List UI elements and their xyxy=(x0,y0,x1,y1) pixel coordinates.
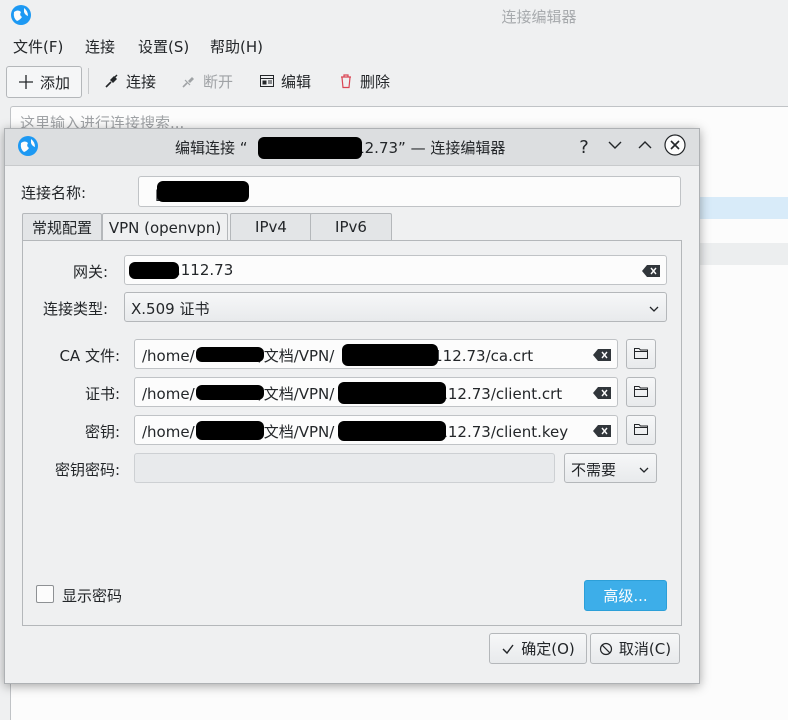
help-button[interactable]: ? xyxy=(572,135,596,159)
connection-type-select[interactable]: X.509 证书 xyxy=(124,292,667,322)
redaction-mark xyxy=(338,421,446,441)
key-browse-button[interactable] xyxy=(626,415,656,445)
redaction-mark xyxy=(196,421,264,440)
redaction-mark xyxy=(196,385,264,400)
vpn-tab-panel: 网关: .112.73 连接类型: X.509 证书 CA 文件: /home/… xyxy=(22,240,682,626)
chevron-up-icon xyxy=(637,137,653,157)
delete-button[interactable]: 删除 xyxy=(338,66,390,96)
plug-connect-icon xyxy=(104,73,120,89)
checkmark-icon xyxy=(501,642,515,656)
key-input[interactable]: /home//文档/VPN/112.73/client.key xyxy=(134,415,618,445)
certificate-browse-button[interactable] xyxy=(626,377,656,407)
key-password-label: 密钥密码: xyxy=(54,461,120,479)
menu-help[interactable]: 帮助(H) xyxy=(210,36,263,57)
folder-icon xyxy=(634,421,648,439)
clear-text-icon[interactable] xyxy=(642,263,660,281)
dialog-title-prefix: 编辑连接 “ xyxy=(175,139,248,157)
chevron-down-icon xyxy=(607,137,623,157)
redaction-mark xyxy=(129,262,179,279)
ca-file-label: CA 文件: xyxy=(59,347,120,365)
connection-name-label: 连接名称: xyxy=(21,184,87,202)
show-password-label[interactable]: 显示密码 xyxy=(62,585,122,606)
toolbar-separator xyxy=(88,68,89,94)
close-icon xyxy=(664,134,686,160)
cancel-circle-icon xyxy=(599,642,613,656)
delete-button-label: 删除 xyxy=(360,72,391,91)
ca-file-browse-button[interactable] xyxy=(626,339,656,369)
folder-icon xyxy=(634,383,648,401)
dialog-titlebar: 编辑连接 “ 112.73” — 连接编辑器 ? xyxy=(5,129,699,166)
connection-type-label: 连接类型: xyxy=(42,300,108,318)
main-window-title: 连接编辑器 xyxy=(501,8,577,26)
redaction-mark xyxy=(342,344,438,366)
key-label: 密钥: xyxy=(84,423,120,441)
menu-settings[interactable]: 设置(S) xyxy=(138,36,189,57)
redaction-mark xyxy=(338,382,446,404)
dialog-title-suffix: 112.73” — 连接编辑器 xyxy=(345,139,506,157)
redaction-mark xyxy=(196,347,264,362)
folder-icon xyxy=(634,345,648,363)
menu-connection[interactable]: 连接 xyxy=(85,36,115,57)
certificate-label: 证书: xyxy=(84,385,120,403)
cancel-button[interactable]: 取消(C) xyxy=(590,633,680,664)
question-icon: ? xyxy=(579,136,589,158)
clear-text-icon[interactable] xyxy=(593,423,611,441)
tab-ipv4[interactable]: IPv4 xyxy=(230,213,312,240)
show-password-checkbox[interactable] xyxy=(36,585,54,603)
clear-text-icon[interactable] xyxy=(593,385,611,403)
toolbar: 添加 连接 断开 编辑 删除 xyxy=(0,64,788,98)
disconnect-button-label: 断开 xyxy=(203,72,234,91)
app-globe-icon xyxy=(17,135,39,157)
cancel-button-label: 取消(C) xyxy=(618,640,672,658)
connect-button-label: 连接 xyxy=(126,72,157,91)
certificate-input[interactable]: /home//文档/VPN/112.73/client.crt xyxy=(134,377,618,407)
add-button[interactable]: 添加 xyxy=(6,66,82,98)
connect-button[interactable]: 连接 xyxy=(104,66,156,96)
tab-general[interactable]: 常规配置 xyxy=(22,213,102,240)
tab-vpn[interactable]: VPN (openvpn) xyxy=(102,213,228,242)
edit-form-icon xyxy=(259,73,275,89)
redaction-mark xyxy=(258,137,362,159)
tab-ipv6[interactable]: IPv6 xyxy=(310,213,392,240)
gateway-label: 网关: xyxy=(72,263,108,281)
minimize-button[interactable] xyxy=(603,135,627,159)
plus-icon xyxy=(18,74,34,90)
clear-text-icon[interactable] xyxy=(593,347,611,365)
plug-disconnect-icon xyxy=(181,73,197,89)
maximize-button[interactable] xyxy=(633,135,657,159)
add-button-label: 添加 xyxy=(39,73,70,92)
chevron-down-icon xyxy=(638,462,650,480)
connection-type-value: X.509 证书 xyxy=(131,300,210,318)
connection-name-input[interactable]: k112.73 xyxy=(138,176,681,207)
trash-icon xyxy=(338,73,354,89)
key-password-input[interactable] xyxy=(134,453,555,483)
edit-button[interactable]: 编辑 xyxy=(259,66,311,96)
close-button[interactable] xyxy=(663,134,687,160)
menu-file[interactable]: 文件(F) xyxy=(13,36,63,57)
ok-button[interactable]: 确定(O) xyxy=(489,633,587,664)
gateway-input[interactable]: .112.73 xyxy=(124,255,667,285)
key-password-mode-select[interactable]: 不需要 xyxy=(564,453,657,483)
ca-file-input[interactable]: /home//文档/VPN/.112.73/ca.crt xyxy=(134,339,618,369)
disconnect-button[interactable]: 断开 xyxy=(181,66,233,96)
advanced-button[interactable]: 高级... xyxy=(584,580,667,611)
main-titlebar: 连接编辑器 xyxy=(0,0,788,32)
edit-connection-dialog: 编辑连接 “ 112.73” — 连接编辑器 ? 连接名称: k112.73 常规… xyxy=(4,128,700,684)
chevron-down-icon xyxy=(648,301,660,319)
key-password-mode-value: 不需要 xyxy=(571,461,617,479)
edit-button-label: 编辑 xyxy=(281,72,312,91)
ok-button-label: 确定(O) xyxy=(521,640,575,658)
redaction-mark xyxy=(157,181,249,202)
